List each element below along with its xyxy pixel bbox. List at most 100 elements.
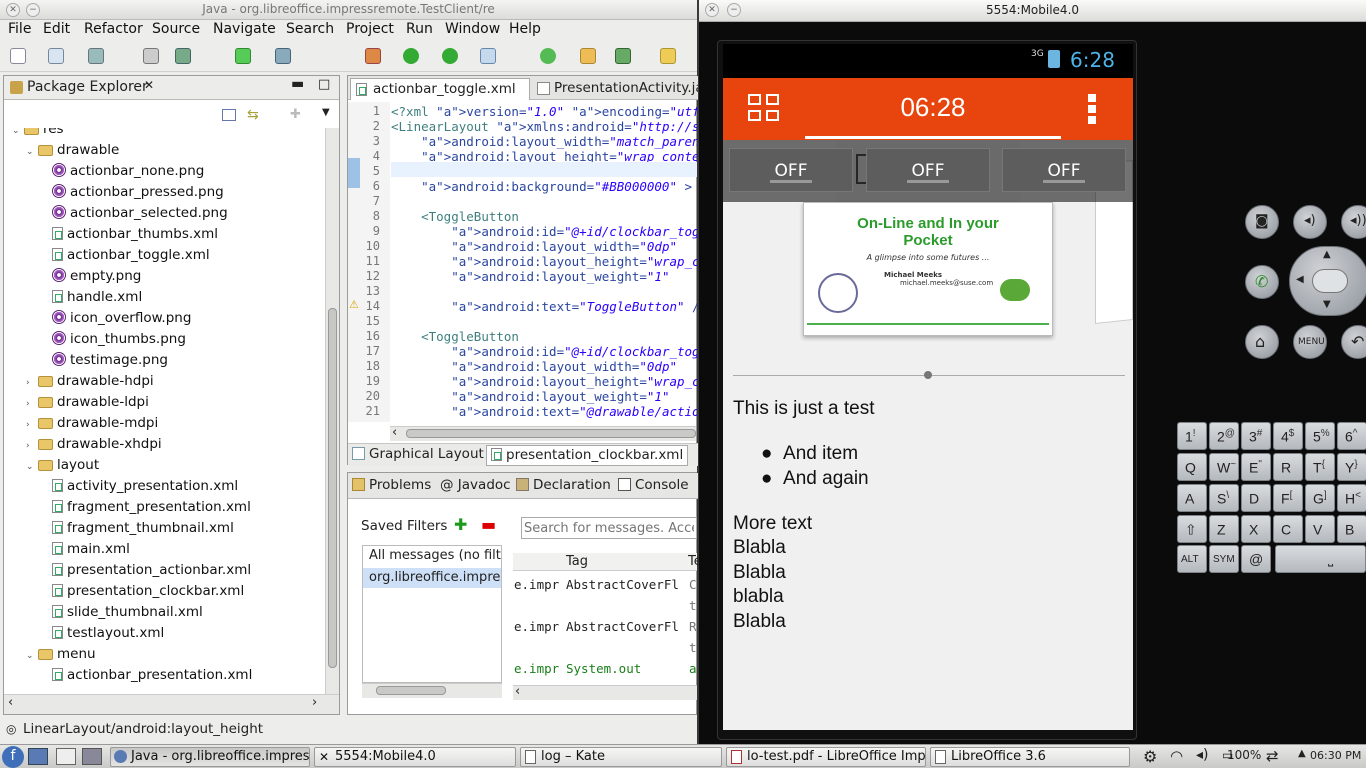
new-class-icon[interactable] <box>540 48 556 64</box>
menu-run[interactable]: Run <box>406 21 433 37</box>
key-3-3[interactable]: C <box>1273 515 1303 543</box>
drag-handle[interactable] <box>924 371 932 379</box>
chevron-right-icon[interactable]: › <box>26 373 38 394</box>
editor-horizontal-scrollbar[interactable]: ‹ <box>390 425 696 441</box>
tree-horizontal-scrollbar[interactable]: ‹ › <box>4 694 339 714</box>
filter-horizontal-scrollbar[interactable] <box>362 683 502 698</box>
declaration-tab[interactable]: Declaration <box>516 477 611 493</box>
chevron-down-icon[interactable]: ⌄ <box>12 128 24 142</box>
console-tab[interactable]: Console <box>618 477 689 493</box>
menu-window[interactable]: Window <box>445 21 500 37</box>
tree-item[interactable]: actionbar_selected.png <box>40 203 228 224</box>
toggle-button-1[interactable]: OFF <box>729 148 853 192</box>
save-icon[interactable] <box>88 48 104 64</box>
check-icon[interactable] <box>235 48 251 64</box>
dpad[interactable]: ▲ ▼ ◀ <box>1289 246 1366 316</box>
volume-tray-icon[interactable]: ◂) <box>1196 747 1209 763</box>
key-3-2[interactable]: X <box>1241 515 1271 543</box>
javadoc-tab[interactable]: @ Javadoc <box>440 477 511 493</box>
chevron-down-icon[interactable]: ⌄ <box>26 142 38 163</box>
build-icon[interactable] <box>175 48 191 64</box>
add-filter-icon[interactable]: ✚ <box>454 515 467 534</box>
package-icon[interactable] <box>275 48 291 64</box>
chevron-down-icon[interactable]: ⌄ <box>26 457 38 478</box>
filter-all-messages[interactable]: All messages (no filte <box>369 548 501 563</box>
key-3-4[interactable]: V <box>1305 515 1335 543</box>
key-2-3[interactable]: F[ <box>1273 484 1303 512</box>
key-at[interactable]: @ <box>1241 545 1271 573</box>
menu-source[interactable]: Source <box>152 21 200 37</box>
remove-filter-icon[interactable]: ▬ <box>481 515 496 534</box>
key-0-0[interactable]: 1! <box>1177 422 1207 450</box>
tree-item[interactable]: actionbar_toggle.xml <box>40 245 210 266</box>
key-1-4[interactable]: T{ <box>1305 453 1335 481</box>
key-0-3[interactable]: 4$ <box>1273 422 1303 450</box>
taskbar-item-kate[interactable]: log – Kate <box>520 747 722 767</box>
tray-expand-icon[interactable]: ▲ <box>1298 748 1306 759</box>
key-3-0[interactable]: ⇧ <box>1177 515 1207 543</box>
key-0-1[interactable]: 2@ <box>1209 422 1239 450</box>
log-search-input[interactable] <box>521 517 697 539</box>
key-1-3[interactable]: R <box>1273 453 1303 481</box>
key-alt[interactable]: ALT <box>1177 545 1207 573</box>
menu-edit[interactable]: Edit <box>43 21 70 37</box>
code-line[interactable]: "a">android:layout_height="wrap_con <box>391 374 697 389</box>
close-tab-icon[interactable]: ✕ <box>144 78 154 92</box>
wifi-tray-icon[interactable]: ◠ <box>1170 747 1183 765</box>
dpad-down-icon[interactable]: ▼ <box>1323 299 1331 310</box>
tree-item[interactable]: › drawable-mdpi <box>26 413 158 434</box>
tree-item[interactable]: fragment_thumbnail.xml <box>40 518 234 539</box>
taskbar-item-impress[interactable]: lo-test.pdf - LibreOffice Impr <box>726 747 926 767</box>
run-last-icon[interactable] <box>442 48 458 64</box>
chevron-right-icon[interactable]: › <box>26 394 38 415</box>
package-explorer-tab[interactable]: Package Explorer <box>27 79 148 95</box>
tree-item[interactable]: icon_thumbs.png <box>40 329 186 350</box>
key-1-0[interactable]: Q <box>1177 453 1207 481</box>
new-icon[interactable] <box>10 48 26 64</box>
volume-down-button[interactable]: ◂) <box>1293 205 1327 239</box>
maximize-view-icon[interactable]: □ <box>318 77 330 92</box>
chevron-right-icon[interactable]: › <box>26 436 38 457</box>
tree-item[interactable]: slide_thumbnail.xml <box>40 602 203 623</box>
key-3-5[interactable]: B <box>1337 515 1366 543</box>
code-line[interactable]: <ToggleButton <box>391 209 697 224</box>
dpad-left-icon[interactable]: ◀ <box>1296 274 1304 285</box>
code-line[interactable]: "a">android:layout_height="wrap_con <box>391 254 697 269</box>
desktop-switcher-icon[interactable] <box>82 748 102 765</box>
key-2-1[interactable]: S\ <box>1209 484 1239 512</box>
settings-tray-icon[interactable]: ⚙ <box>1143 747 1157 766</box>
code-line[interactable]: <?xml "a">version="1.0" "a">encoding="ut… <box>391 104 697 119</box>
chevron-right-icon[interactable]: › <box>26 415 38 436</box>
tree-item[interactable]: activity_presentation.xml <box>40 476 238 497</box>
tree-item[interactable]: actionbar_presentation.xml <box>40 665 252 686</box>
debug-icon[interactable] <box>365 48 381 64</box>
tag-column-header[interactable]: Tag <box>566 554 588 569</box>
menu-navigate[interactable]: Navigate <box>213 21 276 37</box>
tree-item[interactable]: testimage.png <box>40 350 168 371</box>
code-line[interactable]: "a">android:layout_width="0dp" <box>391 359 697 374</box>
code-line[interactable]: <ToggleButton <box>391 329 697 344</box>
code-line[interactable]: "a">android:layout_weight="1" <box>391 389 697 404</box>
menu-file[interactable]: File <box>8 21 31 37</box>
tree-item[interactable]: main.xml <box>40 539 130 560</box>
camera-button[interactable]: ◙ <box>1245 205 1279 239</box>
scroll-left-icon[interactable]: ‹ <box>515 684 520 699</box>
task-icon[interactable] <box>615 48 631 64</box>
key-sym[interactable]: SYM <box>1209 545 1239 573</box>
graphical-layout-tab[interactable]: Graphical Layout <box>352 446 484 462</box>
key-2-5[interactable]: H< <box>1337 484 1366 512</box>
overflow-menu-button[interactable] <box>1088 94 1096 124</box>
code-line[interactable]: "a">android:text="@drawable/actionb <box>391 404 697 419</box>
tree-item[interactable]: icon_overflow.png <box>40 308 191 329</box>
browser-icon[interactable] <box>56 748 76 765</box>
dpad-up-icon[interactable]: ▲ <box>1323 249 1331 260</box>
tree-item[interactable]: ⌄ res <box>12 128 64 140</box>
print-icon[interactable] <box>143 48 159 64</box>
current-slide[interactable]: On-Line and In your Pocket A glimpse int… <box>803 202 1053 336</box>
code-line[interactable]: "a">android:background="#BB000000" > <box>391 179 697 194</box>
tree-item[interactable]: actionbar_none.png <box>40 161 204 182</box>
tree-item[interactable]: presentation_actionbar.xml <box>40 560 251 581</box>
call-button[interactable]: ✆ <box>1245 265 1279 299</box>
scroll-left-icon[interactable]: ‹ <box>392 425 397 440</box>
back-button[interactable]: ↶ <box>1341 325 1366 359</box>
